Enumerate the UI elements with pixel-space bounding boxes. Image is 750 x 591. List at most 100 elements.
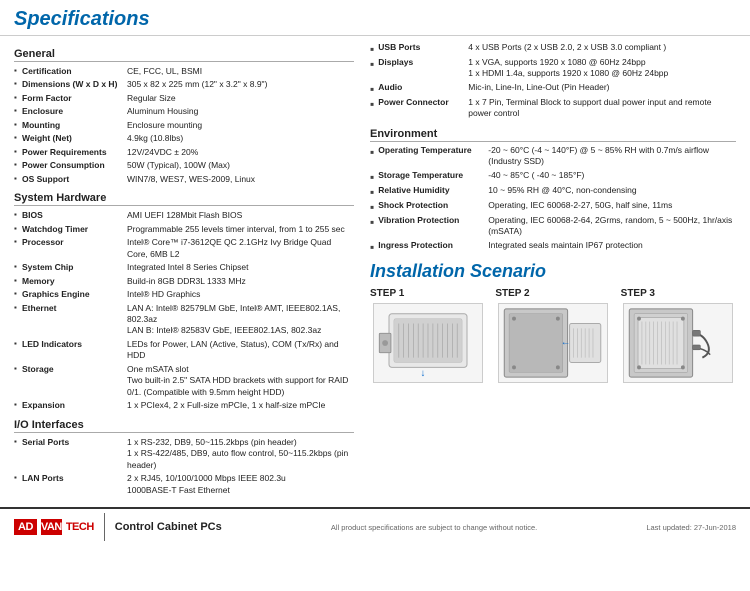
- item-value: 10 ~ 95% RH @ 40°C, non-condensing: [488, 185, 736, 196]
- general-spec-table: ▪ Certification CE, FCC, UL, BSMI ▪ Dime…: [14, 65, 354, 186]
- io-section-title: I/O Interfaces: [14, 419, 354, 433]
- item-value: Operating, IEC 60068-2-64, 2Grms, random…: [488, 215, 736, 238]
- spec-value: One mSATA slotTwo built-in 2.5" SATA HDD…: [127, 363, 354, 399]
- environment-list: ▪ Operating Temperature -20 ~ 60°C (-4 ~…: [370, 145, 736, 253]
- table-row: ▪ Dimensions (W x D x H) 305 x 82 x 225 …: [14, 78, 354, 91]
- list-item: ▪ Audio Mic-in, Line-In, Line-Out (Pin H…: [370, 82, 736, 95]
- spec-label: Watchdog Timer: [22, 223, 127, 236]
- installation-section: Installation Scenario STEP 1: [370, 261, 736, 383]
- spec-label: Graphics Engine: [22, 288, 127, 301]
- spec-label: Mounting: [22, 119, 127, 132]
- table-row: ▪ Graphics Engine Intel® HD Graphics: [14, 288, 354, 301]
- bullet: ▪: [14, 119, 22, 132]
- left-column: General ▪ Certification CE, FCC, UL, BSM…: [14, 42, 354, 497]
- bullet: ▪: [14, 261, 22, 274]
- step-3-svg: [624, 304, 732, 382]
- general-section-title: General: [14, 48, 354, 62]
- table-row: ▪ LED Indicators LEDs for Power, LAN (Ac…: [14, 338, 354, 363]
- spec-label: BIOS: [22, 209, 127, 222]
- spec-label: Power Consumption: [22, 159, 127, 172]
- bullet-icon: ▪: [370, 98, 374, 110]
- right-column: ▪ USB Ports 4 x USB Ports (2 x USB 2.0, …: [370, 42, 736, 497]
- spec-label: LAN Ports: [22, 472, 127, 497]
- steps-row: STEP 1: [370, 288, 736, 383]
- bullet: ▪: [14, 338, 22, 363]
- item-label: Storage Temperature: [378, 170, 488, 181]
- system-hardware-spec-table: ▪ BIOS AMI UEFI 128Mbit Flash BIOS ▪ Wat…: [14, 209, 354, 413]
- spec-value: 1 x PCIex4, 2 x Full-size mPCIe, 1 x hal…: [127, 399, 354, 412]
- table-row: ▪ Serial Ports 1 x RS-232, DB9, 50~115.2…: [14, 436, 354, 472]
- bullet-icon: ▪: [370, 216, 374, 228]
- bullet: ▪: [14, 92, 22, 105]
- step-3-label: STEP 3: [621, 288, 655, 299]
- main-content: General ▪ Certification CE, FCC, UL, BSM…: [0, 36, 750, 501]
- spec-label: Ethernet: [22, 302, 127, 338]
- item-value: 4 x USB Ports (2 x USB 2.0, 2 x USB 3.0 …: [468, 42, 736, 53]
- bullet: ▪: [14, 302, 22, 338]
- spec-value: AMI UEFI 128Mbit Flash BIOS: [127, 209, 354, 222]
- footer-product-category: Control Cabinet PCs: [115, 521, 222, 533]
- item-label: USB Ports: [378, 42, 468, 53]
- bullet: ▪: [14, 288, 22, 301]
- spec-label: Power Requirements: [22, 146, 127, 159]
- bullet: ▪: [14, 78, 22, 91]
- item-value: -40 ~ 85°C ( -40 ~ 185°F): [488, 170, 736, 181]
- list-item: ▪ Relative Humidity 10 ~ 95% RH @ 40°C, …: [370, 185, 736, 198]
- footer-date: Last updated: 27-Jun-2018: [646, 523, 736, 532]
- bullet: ▪: [14, 132, 22, 145]
- list-item: ▪ Storage Temperature -40 ~ 85°C ( -40 ~…: [370, 170, 736, 183]
- spec-label: LED Indicators: [22, 338, 127, 363]
- step-3-image: [623, 303, 733, 383]
- spec-value: Intel® HD Graphics: [127, 288, 354, 301]
- spec-value: 1 x RS-232, DB9, 50~115.2kbps (pin heade…: [127, 436, 354, 472]
- spec-value: Intel® Core™ i7-3612QE QC 2.1GHz Ivy Bri…: [127, 236, 354, 261]
- page-footer: ADVANTECH Control Cabinet PCs All produc…: [0, 507, 750, 545]
- spec-value: LEDs for Power, LAN (Active, Status), CO…: [127, 338, 354, 363]
- spec-label: Expansion: [22, 399, 127, 412]
- bullet-icon: ▪: [370, 58, 374, 70]
- step-1-label: STEP 1: [370, 288, 404, 299]
- step-1-item: STEP 1: [370, 288, 485, 383]
- spec-value: Aluminum Housing: [127, 105, 354, 118]
- step-2-item: STEP 2: [495, 288, 610, 383]
- list-item: ▪ Ingress Protection Integrated seals ma…: [370, 240, 736, 253]
- spec-label: Processor: [22, 236, 127, 261]
- installation-title: Installation Scenario: [370, 261, 736, 282]
- item-label: Relative Humidity: [378, 185, 488, 196]
- spec-label: Form Factor: [22, 92, 127, 105]
- table-row: ▪ BIOS AMI UEFI 128Mbit Flash BIOS: [14, 209, 354, 222]
- list-item: ▪ Displays 1 x VGA, supports 1920 x 1080…: [370, 57, 736, 80]
- step-2-svg: ←: [499, 304, 607, 382]
- logo-adv: AD: [14, 519, 37, 535]
- spec-value: 50W (Typical), 100W (Max): [127, 159, 354, 172]
- bullet: ▪: [14, 105, 22, 118]
- step-2-image: ←: [498, 303, 608, 383]
- bullet-icon: ▪: [370, 83, 374, 95]
- table-row: ▪ Processor Intel® Core™ i7-3612QE QC 2.…: [14, 236, 354, 261]
- spec-label: Serial Ports: [22, 436, 127, 472]
- table-row: ▪ Storage One mSATA slotTwo built-in 2.5…: [14, 363, 354, 399]
- table-row: ▪ Ethernet LAN A: Intel® 82579LM GbE, In…: [14, 302, 354, 338]
- spec-value: 12V/24VDC ± 20%: [127, 146, 354, 159]
- bullet-icon: ▪: [370, 186, 374, 198]
- item-label: Power Connector: [378, 97, 468, 108]
- spec-value: Enclosure mounting: [127, 119, 354, 132]
- bullet-icon: ▪: [370, 171, 374, 183]
- svg-text:←: ←: [561, 337, 571, 348]
- spec-value: CE, FCC, UL, BSMI: [127, 65, 354, 78]
- bullet-icon: ▪: [370, 241, 374, 253]
- item-value: Integrated seals maintain IP67 protectio…: [488, 240, 736, 251]
- bullet: ▪: [14, 399, 22, 412]
- spec-value: 2 x RJ45, 10/100/1000 Mbps IEEE 802.3u10…: [127, 472, 354, 497]
- io-spec-table: ▪ Serial Ports 1 x RS-232, DB9, 50~115.2…: [14, 436, 354, 497]
- spec-label: Memory: [22, 275, 127, 288]
- item-value: Operating, IEC 60068-2-27, 50G, half sin…: [488, 200, 736, 211]
- item-label: Audio: [378, 82, 468, 93]
- bullet: ▪: [14, 436, 22, 472]
- spec-value: 305 x 82 x 225 mm (12" x 3.2" x 8.9"): [127, 78, 354, 91]
- table-row: ▪ Certification CE, FCC, UL, BSMI: [14, 65, 354, 78]
- footer-logo: ADVANTECH: [14, 519, 94, 535]
- list-item: ▪ USB Ports 4 x USB Ports (2 x USB 2.0, …: [370, 42, 736, 55]
- table-row: ▪ LAN Ports 2 x RJ45, 10/100/1000 Mbps I…: [14, 472, 354, 497]
- table-row: ▪ Form Factor Regular Size: [14, 92, 354, 105]
